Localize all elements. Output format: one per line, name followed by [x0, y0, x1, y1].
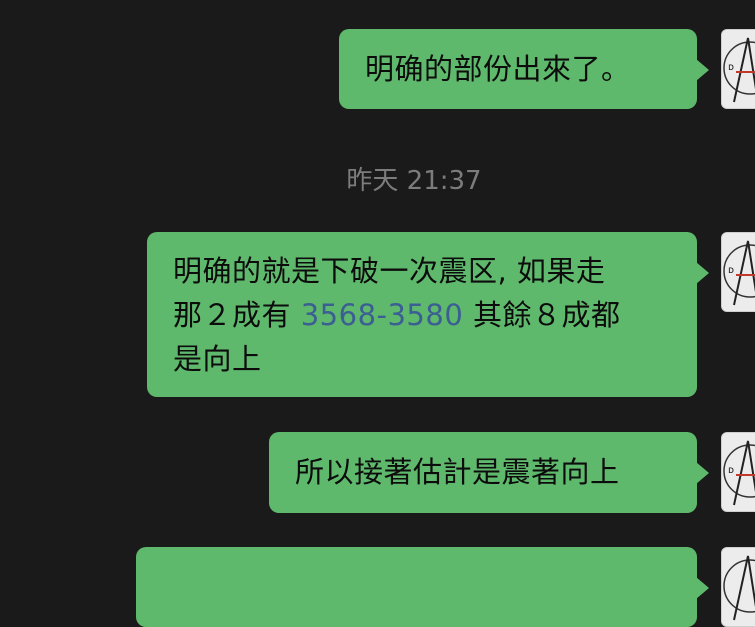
svg-text:ᴅ: ᴅ: [728, 265, 734, 276]
svg-text:ᴅ: ᴅ: [728, 465, 734, 476]
message-line-3: 是向上: [173, 342, 262, 376]
message-line-2-tail: 其餘８成都: [463, 298, 621, 332]
message-text: 所以接著估計是震著向上: [295, 455, 620, 489]
avatar[interactable]: [721, 547, 755, 627]
user-avatar-icon: [722, 548, 755, 626]
svg-text:ᴅ: ᴅ: [728, 62, 734, 73]
user-avatar-icon: ᴅ: [722, 30, 755, 108]
message-bubble-1[interactable]: 明确的部份出來了。: [339, 29, 709, 109]
message-bubble-4[interactable]: [136, 547, 709, 627]
user-avatar-icon: ᴅ: [722, 433, 755, 511]
message-text: 明确的部份出來了。: [365, 52, 631, 86]
message-bubble-2[interactable]: 明确的就是下破一次震区, 如果走 那２成有 3568-3580 其餘８成都 是向…: [147, 232, 709, 397]
avatar[interactable]: ᴅ: [721, 29, 755, 109]
avatar[interactable]: ᴅ: [721, 232, 755, 312]
message-line-2: 那２成有 3568-3580 其餘８成都: [173, 293, 671, 337]
message-bubble-3[interactable]: 所以接著估計是震著向上: [269, 432, 709, 513]
phone-number-link[interactable]: 3568-3580: [301, 298, 464, 332]
message-line-2-text: 那２成有: [173, 298, 301, 332]
message-line-1: 明确的就是下破一次震区, 如果走: [173, 254, 606, 288]
user-avatar-icon: ᴅ: [722, 233, 755, 311]
timestamp: 昨天 21:37: [346, 166, 482, 196]
chat-screen: { "messages": [ { "text": "明确的部份出來了。" },…: [0, 0, 755, 627]
avatar[interactable]: ᴅ: [721, 432, 755, 512]
